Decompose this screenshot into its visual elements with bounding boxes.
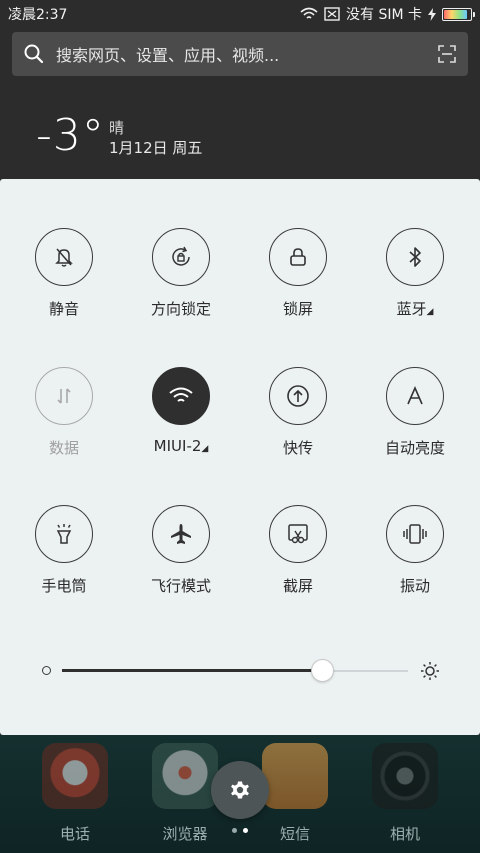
weather-temperature: -3° (36, 110, 105, 161)
camera-app-icon (372, 743, 438, 809)
toggle-mobile-data[interactable]: 数据 (6, 367, 122, 458)
dock-app-messages[interactable]: 短信 (260, 743, 330, 844)
toggle-label: 截屏 (282, 577, 313, 595)
upload-icon (269, 367, 327, 425)
wifi-icon (152, 367, 210, 425)
browser-app-icon (152, 743, 218, 809)
toggle-rotation-lock[interactable]: 方向锁定 (123, 228, 239, 319)
slider-thumb[interactable] (310, 659, 334, 682)
toggle-airplane-mode[interactable]: 飞行模式 (123, 505, 239, 596)
slider-track-fill (62, 669, 322, 672)
screenshot-icon (269, 505, 327, 563)
rotation-lock-icon (152, 228, 210, 286)
dock-app-camera[interactable]: 相机 (370, 743, 440, 844)
dock-app-browser[interactable]: 浏览器 (150, 743, 220, 844)
search-icon (24, 44, 44, 64)
status-indicators: 没有 SIM 卡 (300, 4, 475, 24)
search-placeholder[interactable]: 搜索网页、设置、应用、视频... (56, 42, 438, 66)
airplane-icon (152, 505, 210, 563)
page-dot (232, 828, 237, 833)
toggle-bluetooth[interactable]: 蓝牙◢ (357, 228, 473, 319)
dock-app-name: 电话 (59, 825, 90, 843)
lock-icon (269, 228, 327, 286)
dock-app-phone[interactable]: 电话 (40, 743, 110, 844)
toggle-label: 快传 (282, 439, 313, 457)
toggle-screenshot[interactable]: 截屏 (240, 505, 356, 596)
dock-app-name: 短信 (279, 825, 310, 843)
toggle-label: 方向锁定 (150, 300, 211, 318)
weather-date: 1月12日 周五 (109, 139, 203, 157)
bluetooth-icon (386, 228, 444, 286)
flashlight-icon (35, 505, 93, 563)
quick-settings-panel: 静音 方向锁定 锁屏 蓝牙◢ 数据 MIUI-2◢ 快传 自动亮度 手电筒 飞行… (0, 179, 480, 735)
expand-triangle-icon: ◢ (426, 307, 434, 317)
no-sim-icon (324, 7, 340, 21)
toggle-label: 自动亮度 (384, 439, 445, 457)
page-indicator (232, 828, 248, 833)
gear-icon (231, 781, 249, 799)
brightness-high-icon (421, 662, 439, 680)
toggle-auto-brightness[interactable]: 自动亮度 (357, 367, 473, 458)
toggle-quick-transfer[interactable]: 快传 (240, 367, 356, 458)
battery-icon (442, 7, 475, 21)
wifi-status-icon (300, 7, 318, 19)
toggle-label: 锁屏 (282, 300, 313, 318)
charging-bolt-icon (428, 7, 436, 21)
carrier-text: 没有 SIM 卡 (346, 7, 422, 23)
auto-brightness-icon (386, 367, 444, 425)
dock-app-name: 相机 (389, 825, 420, 843)
expand-triangle-icon: ◢ (201, 444, 209, 454)
bell-off-icon (35, 228, 93, 286)
messages-app-icon (262, 743, 328, 809)
toggle-label: 振动 (399, 577, 430, 595)
search-bar[interactable]: 搜索网页、设置、应用、视频... (12, 32, 468, 76)
brightness-slider[interactable] (38, 657, 442, 685)
page-dot-active (243, 828, 248, 833)
phone-app-icon (42, 743, 108, 809)
toggle-flashlight[interactable]: 手电筒 (6, 505, 122, 596)
toggle-label: 手电筒 (41, 577, 87, 595)
toggle-label: 飞行模式 (150, 577, 211, 595)
toggle-wifi[interactable]: MIUI-2◢ (123, 367, 239, 455)
toggle-label: MIUI-2◢ (153, 437, 209, 455)
weather-condition: 晴 (109, 119, 125, 137)
toggle-vibrate[interactable]: 振动 (357, 505, 473, 596)
toggle-label: 数据 (48, 439, 79, 457)
status-time: 凌晨2:37 (8, 7, 68, 23)
dock-app-name: 浏览器 (162, 825, 208, 843)
toggle-lock-screen[interactable]: 锁屏 (240, 228, 356, 319)
toggle-label: 蓝牙◢ (396, 300, 434, 318)
toggle-mute[interactable]: 静音 (6, 228, 122, 319)
settings-button[interactable] (211, 761, 269, 819)
vibrate-icon (386, 505, 444, 563)
status-bar: 凌晨2:37 没有 SIM 卡 (0, 0, 480, 28)
toggle-label: 静音 (48, 300, 79, 318)
brightness-low-icon (42, 666, 51, 675)
scan-icon[interactable] (438, 45, 456, 63)
data-arrows-icon (35, 367, 93, 425)
